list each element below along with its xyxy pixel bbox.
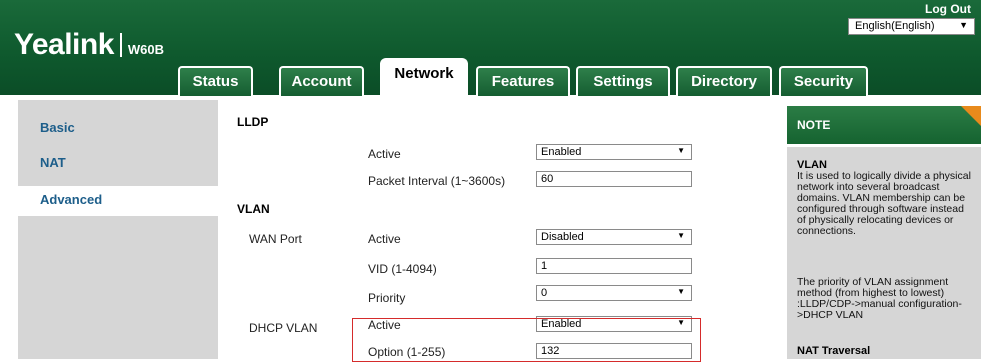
wan-port-label: WAN Port (249, 232, 302, 246)
vlan-section-title: VLAN (237, 202, 270, 216)
tab-directory[interactable]: Directory (676, 66, 772, 96)
note-priority-text: The priority of VLAN assignment method (… (797, 276, 962, 321)
tab-network[interactable]: Network (380, 58, 468, 96)
tab-status[interactable]: Status (178, 66, 253, 96)
logout-link[interactable]: Log Out (925, 2, 971, 16)
vid-input[interactable]: 1 (536, 258, 692, 274)
note-title: NOTE (797, 118, 831, 132)
note-corner-flag (961, 106, 981, 126)
priority-select[interactable]: 0 ▼ (536, 285, 692, 301)
language-value: English(English) (855, 20, 935, 32)
priority-label: Priority (368, 291, 406, 305)
lldp-interval-input[interactable]: 60 (536, 171, 692, 187)
chevron-down-icon: ▼ (959, 20, 968, 30)
note-nat-heading: NAT Traversal (797, 345, 871, 357)
lldp-active-label: Active (368, 147, 401, 161)
wan-active-label: Active (368, 232, 401, 246)
yealink-logo: Yealink W60B (14, 28, 164, 62)
note-header: NOTE (787, 106, 981, 144)
lldp-active-value: Enabled (541, 146, 582, 158)
lldp-interval-label: Packet Interval (1~3600s) (368, 174, 506, 188)
wan-active-select[interactable]: Disabled ▼ (536, 229, 692, 245)
dhcp-vlan-label: DHCP VLAN (249, 321, 318, 335)
lldp-active-select[interactable]: Enabled ▼ (536, 144, 692, 160)
logo-divider (119, 33, 122, 57)
sidebar-item-advanced[interactable]: Advanced (40, 192, 102, 207)
note-vlan-text: It is used to logically divide a physica… (797, 170, 971, 237)
chevron-down-icon: ▼ (677, 146, 685, 155)
tab-security[interactable]: Security (779, 66, 868, 96)
lldp-section-title: LLDP (237, 115, 269, 129)
sidebar-item-nat[interactable]: NAT (40, 155, 66, 170)
brand-name: Yealink (14, 28, 114, 61)
wan-active-value: Disabled (541, 231, 584, 243)
dhcp-vlan-highlight-box (352, 318, 701, 362)
language-select[interactable]: English(English) ▼ (848, 18, 975, 35)
chevron-down-icon: ▼ (677, 287, 685, 296)
vid-label: VID (1-4094) (368, 262, 437, 276)
tab-account[interactable]: Account (279, 66, 364, 96)
model-name: W60B (127, 42, 165, 57)
note-panel: VLAN It is used to logically divide a ph… (787, 147, 981, 359)
chevron-down-icon: ▼ (677, 231, 685, 240)
priority-value: 0 (541, 287, 548, 299)
sidebar-item-basic[interactable]: Basic (40, 120, 75, 135)
tab-settings[interactable]: Settings (576, 66, 670, 96)
sidebar (18, 100, 218, 359)
tab-features[interactable]: Features (476, 66, 570, 96)
